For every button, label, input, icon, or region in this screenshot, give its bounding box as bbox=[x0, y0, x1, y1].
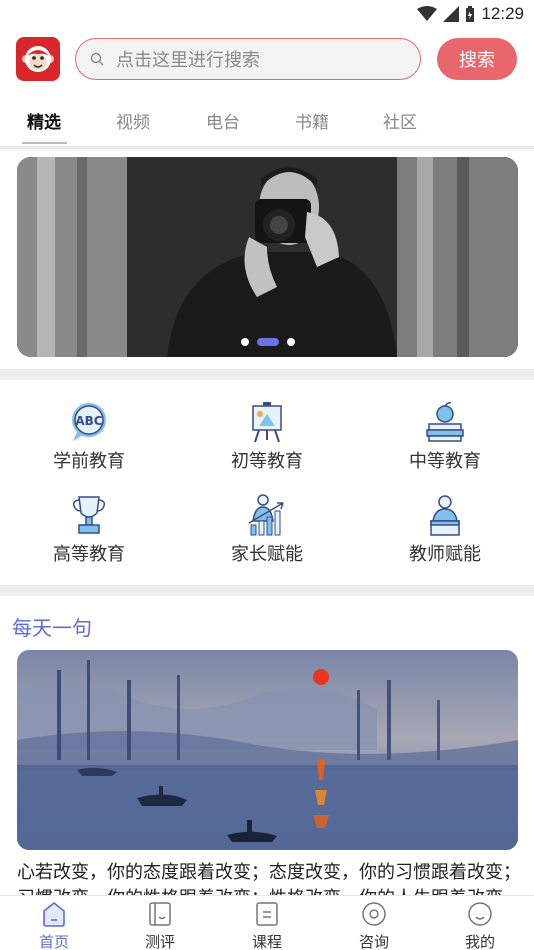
section-divider bbox=[0, 585, 534, 596]
nav-courses[interactable]: 课程 bbox=[227, 900, 307, 950]
nav-profile[interactable]: 我的 bbox=[440, 900, 520, 950]
nav-label: 我的 bbox=[464, 933, 495, 950]
bottom-nav: 首页 测评 课程 咨询 我的 bbox=[0, 895, 534, 950]
tab-community[interactable]: 社区 bbox=[383, 108, 417, 133]
banner-carousel[interactable] bbox=[17, 157, 518, 357]
books-apple-icon bbox=[426, 402, 464, 442]
category-label: 初等教育 bbox=[231, 451, 303, 472]
banner-photo bbox=[17, 157, 518, 357]
carousel-dot[interactable] bbox=[286, 338, 295, 346]
carousel-dot-active[interactable] bbox=[256, 338, 279, 346]
search-button[interactable]: 搜索 bbox=[437, 38, 517, 80]
profile-icon bbox=[468, 902, 492, 926]
category-primary[interactable]: 初等教育 bbox=[187, 400, 347, 473]
search-placeholder: 点击这里进行搜索 bbox=[116, 50, 260, 71]
signal-icon bbox=[443, 6, 460, 22]
abc-bubble-icon: ABC bbox=[72, 403, 106, 441]
tab-featured[interactable]: 精选 bbox=[27, 108, 61, 133]
teacher-podium-icon bbox=[430, 495, 460, 536]
nav-label: 课程 bbox=[251, 933, 282, 950]
status-time: 12:29 bbox=[481, 4, 524, 23]
nav-home[interactable]: 首页 bbox=[14, 900, 94, 950]
top-tabs: 精选 视频 电台 书籍 社区 bbox=[0, 96, 534, 146]
daily-quote-title: 每天一句 bbox=[12, 616, 92, 640]
search-input[interactable]: 点击这里进行搜索 bbox=[75, 38, 421, 80]
assessment-icon bbox=[149, 902, 171, 926]
sunrise-painting bbox=[17, 650, 518, 850]
category-label: 教师赋能 bbox=[409, 544, 481, 565]
nav-assessment[interactable]: 测评 bbox=[120, 900, 200, 950]
section-divider bbox=[0, 369, 534, 380]
category-teacher-empowerment[interactable]: 教师赋能 bbox=[365, 493, 525, 566]
course-icon bbox=[256, 902, 278, 926]
daily-quote-text: 心若改变，你的态度跟着改变；态度改变，你的习惯跟着改变；习惯改变，你的性格跟着改… bbox=[17, 862, 521, 896]
tab-indicator bbox=[22, 142, 67, 144]
tab-books[interactable]: 书籍 bbox=[295, 108, 329, 133]
home-icon bbox=[43, 901, 65, 927]
search-icon bbox=[90, 52, 104, 66]
tab-video[interactable]: 视频 bbox=[116, 108, 150, 133]
category-parent-empowerment[interactable]: 家长赋能 bbox=[187, 493, 347, 566]
carousel-dot[interactable] bbox=[240, 338, 249, 346]
category-label: 高等教育 bbox=[53, 544, 125, 565]
daily-quote-image[interactable] bbox=[17, 650, 518, 850]
header: 点击这里进行搜索 搜索 bbox=[16, 36, 518, 82]
growth-chart-icon bbox=[248, 494, 284, 536]
battery-icon bbox=[466, 5, 475, 22]
tabs-divider bbox=[0, 146, 534, 152]
category-preschool[interactable]: ABC 学前教育 bbox=[9, 400, 169, 473]
nav-label: 咨询 bbox=[358, 933, 389, 950]
category-label: 学前教育 bbox=[53, 451, 125, 472]
monkey-logo-icon bbox=[22, 46, 54, 72]
category-secondary[interactable]: 中等教育 bbox=[365, 400, 525, 473]
tab-radio[interactable]: 电台 bbox=[206, 108, 240, 133]
wifi-icon bbox=[417, 6, 438, 21]
nav-consult[interactable]: 咨询 bbox=[334, 900, 414, 950]
category-label: 中等教育 bbox=[409, 451, 481, 472]
nav-label: 首页 bbox=[38, 933, 69, 950]
nav-label: 测评 bbox=[144, 933, 175, 950]
trophy-icon bbox=[72, 496, 106, 534]
app-logo[interactable] bbox=[16, 37, 60, 81]
carousel-dots bbox=[17, 338, 518, 346]
svg-text:ABC: ABC bbox=[75, 414, 102, 428]
category-label: 家长赋能 bbox=[231, 544, 303, 565]
category-grid: ABC 学前教育 初等教育 中等教育 高等教育 家长赋能 教师赋能 bbox=[0, 380, 534, 585]
category-higher[interactable]: 高等教育 bbox=[9, 493, 169, 566]
easel-icon bbox=[252, 402, 282, 443]
status-bar: 12:29 bbox=[0, 0, 534, 28]
consult-icon bbox=[362, 902, 386, 926]
